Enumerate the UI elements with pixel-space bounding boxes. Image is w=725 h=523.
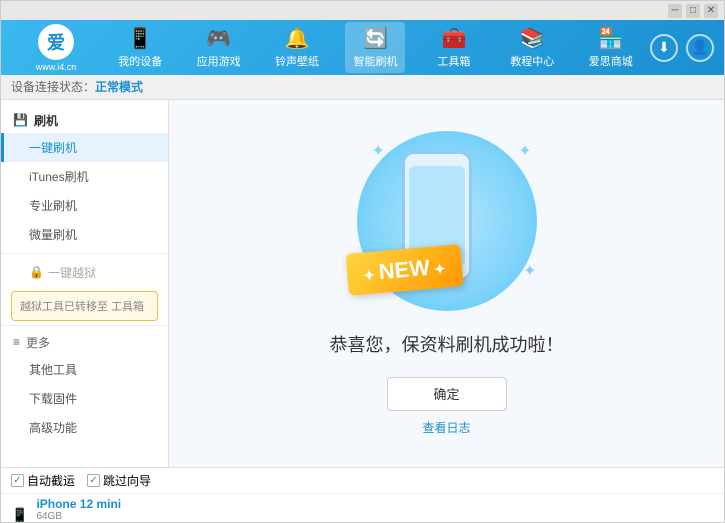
advanced-label: 高级功能 <box>29 421 77 435</box>
status-label: 设备连接状态： <box>11 78 95 95</box>
sparkle-icon-3: ✦ <box>523 261 536 281</box>
nav-apps-games[interactable]: 🎮 应用游戏 <box>189 22 249 73</box>
sparkle-icon-2: ✦ <box>518 141 531 161</box>
apps-games-label: 应用游戏 <box>197 53 241 69</box>
download-button[interactable]: ⬇ <box>650 34 678 62</box>
sidebar-more-header[interactable]: ≡ 更多 <box>1 330 168 355</box>
status-value: 正常模式 <box>95 78 143 95</box>
minimize-button[interactable]: ─ <box>668 4 682 18</box>
mall-icon: 🏪 <box>598 26 623 51</box>
mall-label: 爱思商城 <box>589 53 633 69</box>
skip-wizard-checkbox[interactable]: ✓ 跳过向导 <box>87 472 151 489</box>
more-section-label: 更多 <box>26 334 50 351</box>
close-button[interactable]: ✕ <box>704 4 718 18</box>
lock-icon: 🔒 <box>29 265 44 279</box>
confirm-button[interactable]: 确定 <box>387 377 507 411</box>
logo-icon: 爱 <box>38 24 74 60</box>
sidebar-item-itunes-flash[interactable]: iTunes刷机 <box>1 162 168 191</box>
nav-tutorials[interactable]: 📚 教程中心 <box>502 22 562 73</box>
nav-bar: 📱 我的设备 🎮 应用游戏 🔔 铃声壁纸 🔄 智能刷机 🧰 工具箱 📚 <box>101 22 650 73</box>
device-info: iPhone 12 mini 64GB Down-12mini-13,1 <box>36 497 121 523</box>
sidebar-item-other-tools[interactable]: 其他工具 <box>1 355 168 384</box>
sidebar-item-one-click-flash[interactable]: 一键刷机 <box>1 133 168 162</box>
sparkle-icon-1: ✦ <box>372 141 385 161</box>
nav-my-device[interactable]: 📱 我的设备 <box>110 22 170 73</box>
other-tools-label: 其他工具 <box>29 363 77 377</box>
auto-transfer-check-icon: ✓ <box>11 474 24 487</box>
sidebar-item-jailbreak: 🔒 一键越狱 <box>1 258 168 287</box>
skip-wizard-check-icon: ✓ <box>87 474 100 487</box>
jailbreak-label: 一键越狱 <box>48 264 96 281</box>
bottom-section: ✓ 自动截运 ✓ 跳过向导 📱 iPhone 12 mini 64GB Down… <box>1 467 724 522</box>
my-device-label: 我的设备 <box>118 53 162 69</box>
pro-flash-label: 专业刷机 <box>29 199 77 213</box>
download-firmware-label: 下载固件 <box>29 392 77 406</box>
content-area: ✦ ✦ ✦ NEW 恭喜您，保资料刷机成功啦！ 确定 查看日志 <box>169 100 724 467</box>
flash-section-icon: 💾 <box>13 113 28 127</box>
sidebar-divider-2 <box>1 325 168 326</box>
notice-text: 越狱工具已转移至 工具箱 <box>20 301 144 313</box>
tutorials-icon: 📚 <box>520 26 545 51</box>
status-bar: 设备连接状态： 正常模式 <box>1 75 724 100</box>
nav-smart-flash[interactable]: 🔄 智能刷机 <box>345 22 405 73</box>
success-text: 恭喜您，保资料刷机成功啦！ <box>330 331 564 357</box>
nav-mall[interactable]: 🏪 爱思商城 <box>581 22 641 73</box>
ringtones-icon: 🔔 <box>285 26 310 51</box>
more-section-icon: ≡ <box>13 335 20 349</box>
sidebar-notice: 越狱工具已转移至 工具箱 <box>11 291 158 321</box>
nav-ringtones[interactable]: 🔔 铃声壁纸 <box>267 22 327 73</box>
device-row: 📱 iPhone 12 mini 64GB Down-12mini-13,1 <box>1 494 724 523</box>
phone-illustration: ✦ ✦ ✦ NEW <box>347 131 547 311</box>
logo-area: 爱 www.i4.cn <box>11 24 101 72</box>
title-bar: ─ □ ✕ <box>1 1 724 20</box>
sidebar-item-micro-flash[interactable]: 微量刷机 <box>1 220 168 249</box>
main-window: ─ □ ✕ 爱 www.i4.cn 📱 我的设备 🎮 应用游戏 🔔 铃声壁纸 🔄 <box>0 0 725 523</box>
nav-tools[interactable]: 🧰 工具箱 <box>424 22 484 73</box>
sidebar: 💾 刷机 一键刷机 iTunes刷机 专业刷机 微量刷机 🔒 一键越狱 越狱工具… <box>1 100 169 467</box>
itunes-flash-label: iTunes刷机 <box>29 170 89 184</box>
app-header: 爱 www.i4.cn 📱 我的设备 🎮 应用游戏 🔔 铃声壁纸 🔄 智能刷机 … <box>1 20 724 75</box>
micro-flash-label: 微量刷机 <box>29 228 77 242</box>
skip-wizard-label: 跳过向导 <box>103 472 151 489</box>
bottom-checkboxes: ✓ 自动截运 ✓ 跳过向导 <box>1 468 724 494</box>
auto-transfer-checkbox[interactable]: ✓ 自动截运 <box>11 472 75 489</box>
ringtones-label: 铃声壁纸 <box>275 53 319 69</box>
device-name: iPhone 12 mini <box>36 497 121 511</box>
logo-url: www.i4.cn <box>36 62 77 72</box>
maximize-button[interactable]: □ <box>686 4 700 18</box>
one-click-flash-label: 一键刷机 <box>29 141 77 155</box>
user-button[interactable]: 👤 <box>686 34 714 62</box>
tools-label: 工具箱 <box>437 53 470 69</box>
flash-section-label: 刷机 <box>34 112 58 129</box>
device-storage: 64GB <box>36 511 121 522</box>
tutorials-label: 教程中心 <box>510 53 554 69</box>
header-actions: ⬇ 👤 <box>650 34 714 62</box>
download-icon: ⬇ <box>658 39 670 56</box>
smart-flash-label: 智能刷机 <box>353 53 397 69</box>
sidebar-item-download-firmware[interactable]: 下载固件 <box>1 384 168 413</box>
user-icon: 👤 <box>691 39 708 56</box>
sidebar-item-pro-flash[interactable]: 专业刷机 <box>1 191 168 220</box>
sidebar-item-advanced[interactable]: 高级功能 <box>1 413 168 442</box>
device-phone-icon: 📱 <box>11 507 28 523</box>
my-device-icon: 📱 <box>128 26 153 51</box>
smart-flash-icon: 🔄 <box>363 26 388 51</box>
view-log-link[interactable]: 查看日志 <box>422 419 470 436</box>
apps-games-icon: 🎮 <box>206 26 231 51</box>
tools-icon: 🧰 <box>441 26 466 51</box>
sidebar-divider-1 <box>1 253 168 254</box>
main-body: 💾 刷机 一键刷机 iTunes刷机 专业刷机 微量刷机 🔒 一键越狱 越狱工具… <box>1 100 724 467</box>
sidebar-flash-header[interactable]: 💾 刷机 <box>1 108 168 133</box>
auto-transfer-label: 自动截运 <box>27 472 75 489</box>
